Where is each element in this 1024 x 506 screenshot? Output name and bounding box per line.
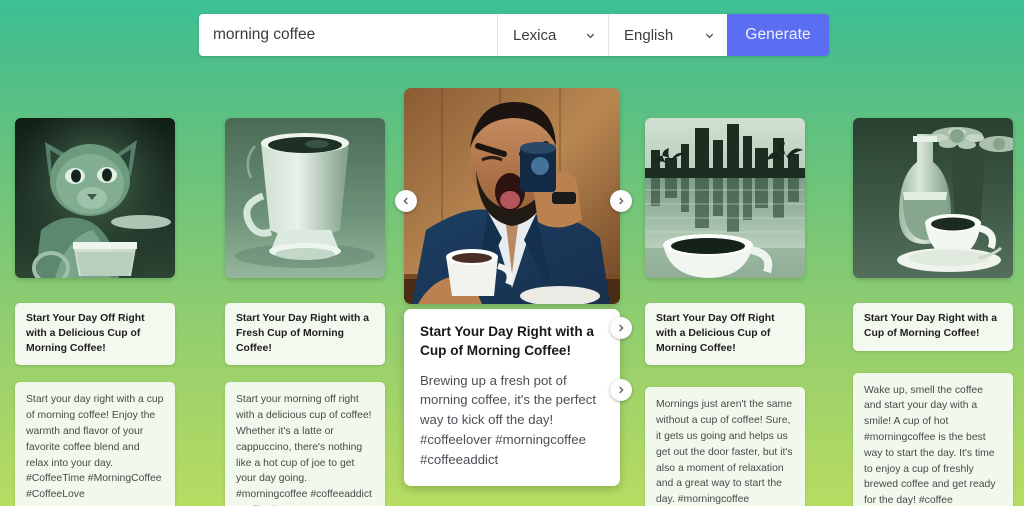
language-dropdown[interactable]: English — [609, 14, 727, 56]
card-image[interactable] — [15, 118, 175, 278]
search-input[interactable] — [199, 14, 497, 56]
chevron-left-icon — [403, 197, 408, 205]
card-title-box: Start Your Day Off Right with a Deliciou… — [15, 303, 175, 366]
carousel-next-button-title[interactable] — [610, 317, 632, 339]
card-title: Start Your Day Off Right with a Deliciou… — [656, 313, 775, 354]
card-body-box: Start your day right with a cup of morni… — [15, 382, 175, 506]
card-title: Start Your Day Off Right with a Deliciou… — [26, 313, 145, 354]
language-dropdown-label: English — [624, 26, 674, 44]
result-card[interactable]: Start Your Day Right with a Cup of Morni… — [853, 118, 1013, 506]
carousel-prev-button[interactable] — [395, 190, 417, 212]
chevron-right-icon — [619, 386, 624, 394]
card-image[interactable] — [404, 88, 620, 304]
result-card[interactable]: Start Your Day Off Right with a Deliciou… — [15, 118, 175, 506]
carousel-next-button-body[interactable] — [610, 379, 632, 401]
search-toolbar: Lexica English Generate — [199, 14, 829, 56]
carousel-next-button[interactable] — [610, 190, 632, 212]
card-body-box: Mornings just aren't the same without a … — [645, 387, 805, 506]
chevron-down-icon — [586, 33, 595, 38]
chevron-right-icon — [619, 197, 624, 205]
card-body-box: Wake up, smell the coffee and start your… — [853, 372, 1013, 506]
source-dropdown-label: Lexica — [513, 26, 557, 44]
card-image[interactable] — [225, 118, 385, 278]
card-image[interactable] — [853, 118, 1013, 278]
results-grid: Start Your Day Off Right with a Deliciou… — [0, 0, 1024, 506]
card-body: Brewing up a fresh pot of morning coffee… — [420, 372, 597, 467]
card-title: Start Your Day Right with a Cup of Morni… — [864, 313, 997, 339]
result-card[interactable]: Start Your Day Off Right with a Deliciou… — [645, 118, 805, 506]
card-body-box: Start your morning off right with a deli… — [225, 382, 385, 506]
chevron-right-icon — [619, 324, 624, 332]
card-title-box: Start Your Day Right with a Fresh Cup of… — [225, 303, 385, 366]
result-card[interactable]: Start Your Day Right with a Fresh Cup of… — [225, 118, 385, 506]
generate-button[interactable]: Generate — [727, 14, 829, 56]
featured-panel: Start Your Day Right with a Cup of Morni… — [404, 309, 620, 486]
card-title: Start Your Day Right with a Cup of Morni… — [420, 324, 594, 359]
card-body: Mornings just aren't the same without a … — [656, 399, 793, 506]
card-body: Wake up, smell the coffee and start your… — [864, 384, 996, 506]
card-title-box: Start Your Day Off Right with a Deliciou… — [645, 303, 805, 366]
result-card-featured[interactable]: Start Your Day Right with a Cup of Morni… — [404, 88, 620, 486]
card-title-box: Start Your Day Right with a Cup of Morni… — [853, 303, 1013, 351]
chevron-down-icon — [705, 33, 714, 38]
card-body: Start your morning off right with a deli… — [236, 394, 372, 506]
card-image[interactable] — [645, 118, 805, 278]
card-body: Start your day right with a cup of morni… — [26, 394, 164, 501]
source-dropdown[interactable]: Lexica — [498, 14, 608, 56]
card-title: Start Your Day Right with a Fresh Cup of… — [236, 313, 369, 354]
